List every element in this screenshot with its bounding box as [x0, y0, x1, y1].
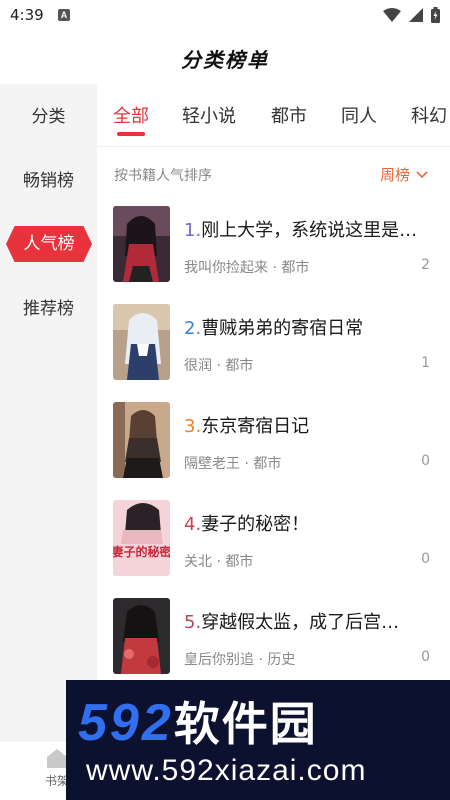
status-time: 4:39: [10, 6, 44, 24]
status-bar: 4:39 A: [0, 0, 450, 30]
sort-row: 按书籍人气排序 周榜: [97, 160, 450, 190]
watermark-logo-number: 592: [78, 694, 174, 752]
book-title-text: 刚上大学，系统说这里是…: [201, 220, 418, 241]
tab-urban[interactable]: 都市: [271, 102, 307, 128]
wifi-icon: [383, 8, 401, 22]
signal-icon: [409, 8, 423, 22]
book-cover[interactable]: 妻子的秘密: [113, 500, 170, 576]
book-cover[interactable]: [113, 206, 170, 282]
book-title[interactable]: 5.穿越假太监，成了后宫…: [184, 608, 429, 634]
book-meta: 皇后你别追 · 历史: [184, 652, 296, 668]
book-count: 1: [421, 355, 430, 371]
book-cover[interactable]: [113, 402, 170, 478]
divider: [97, 146, 450, 147]
tab-scifi[interactable]: 科幻: [411, 102, 447, 128]
status-icons: [383, 7, 440, 23]
book-title[interactable]: 2.曹贼弟弟的寄宿日常: [184, 314, 429, 340]
book-title-text: 妻子的秘密！: [201, 514, 310, 535]
sidenav: 分类 畅销榜 人气榜 推荐榜: [0, 84, 97, 740]
book-title[interactable]: 4.妻子的秘密！: [184, 510, 429, 536]
tab-light-novel[interactable]: 轻小说: [182, 102, 236, 128]
book-meta: 我叫你捡起来 · 都市: [184, 260, 310, 276]
book-rank: 2.: [184, 318, 202, 339]
book-count: 0: [421, 649, 430, 665]
book-rank: 1.: [184, 220, 202, 241]
watermark-logo: 592软件园: [78, 688, 318, 754]
period-selected: 周榜: [379, 166, 410, 184]
book-rank: 5.: [184, 612, 202, 633]
book-rank: 4.: [184, 514, 202, 535]
book-meta: 很润 · 都市: [184, 358, 254, 374]
book-count: 0: [421, 453, 430, 469]
book-item[interactable]: 3.东京寄宿日记 隔壁老王 · 都市 0: [97, 402, 450, 500]
book-rank: 3.: [184, 416, 202, 437]
sort-label: 按书籍人气排序: [114, 168, 212, 184]
notification-icon: A: [58, 9, 70, 21]
book-item[interactable]: 妻子的秘密 4.妻子的秘密！ 关北 · 都市 0: [97, 500, 450, 598]
sidenav-item-category[interactable]: 分类: [0, 97, 97, 137]
book-meta: 隔壁老王 · 都市: [184, 456, 282, 472]
book-title-text: 曹贼弟弟的寄宿日常: [201, 318, 364, 339]
sidenav-item-recommended[interactable]: 推荐榜: [0, 289, 97, 329]
sidenav-item-popular[interactable]: 人气榜: [6, 226, 92, 262]
book-title-text: 东京寄宿日记: [201, 416, 310, 437]
book-cover[interactable]: [113, 598, 170, 674]
sidenav-item-bestseller[interactable]: 畅销榜: [0, 161, 97, 201]
tab-all[interactable]: 全部: [113, 102, 149, 128]
book-item[interactable]: 2.曹贼弟弟的寄宿日常 很润 · 都市 1: [97, 304, 450, 402]
book-count: 2: [421, 257, 430, 273]
battery-icon: [431, 7, 440, 23]
watermark-banner: 592软件园 www.592xiazai.com: [66, 680, 450, 800]
cover-title-text: 妻子的秘密: [113, 544, 170, 559]
book-title-text: 穿越假太监，成了后宫…: [201, 612, 400, 633]
book-title[interactable]: 3.东京寄宿日记: [184, 412, 429, 438]
tab-fanfic[interactable]: 同人: [341, 102, 377, 128]
category-tabs: 全部 轻小说 都市 同人 科幻: [97, 84, 450, 144]
period-dropdown[interactable]: 周榜: [380, 164, 428, 185]
watermark-url: www.592xiazai.com: [86, 754, 367, 787]
watermark-logo-text: 软件园: [173, 698, 318, 750]
book-item[interactable]: 1.刚上大学，系统说这里是… 我叫你捡起来 · 都市 2: [97, 206, 450, 304]
book-title[interactable]: 1.刚上大学，系统说这里是…: [184, 216, 429, 242]
main-content: 全部 轻小说 都市 同人 科幻 按书籍人气排序 周榜 1.刚上大学，系统说这里是…: [97, 84, 450, 740]
page-header: 分类榜单: [0, 30, 450, 84]
chevron-down-icon: [416, 170, 428, 178]
book-count: 0: [421, 551, 430, 567]
book-cover[interactable]: [113, 304, 170, 380]
page-title: 分类榜单: [181, 48, 269, 72]
active-tab-indicator: [117, 132, 145, 136]
book-meta: 关北 · 都市: [184, 554, 254, 570]
